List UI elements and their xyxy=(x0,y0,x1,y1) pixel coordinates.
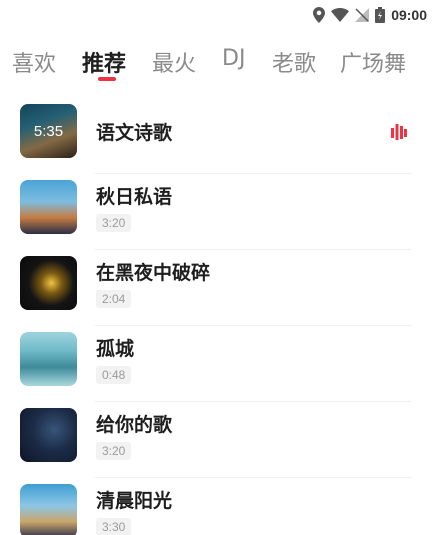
tab-hottest[interactable]: 最火 xyxy=(152,46,196,78)
battery-icon xyxy=(375,7,386,23)
song-title: 语文诗歌 xyxy=(96,122,173,144)
duration-badge: 3:20 xyxy=(96,442,132,460)
status-bar: 09:00 xyxy=(0,0,433,30)
song-item[interactable]: 给你的歌 3:20 xyxy=(0,402,433,478)
tab-dj[interactable]: DJ xyxy=(222,46,245,71)
active-tab-indicator xyxy=(98,77,116,81)
tab-oldies[interactable]: 老歌 xyxy=(272,46,316,78)
song-item[interactable]: 清晨阳光 3:30 xyxy=(0,478,433,535)
song-title: 秋日私语 xyxy=(96,186,173,208)
wifi-icon xyxy=(331,8,350,22)
cover-duration-overlay: 5:35 xyxy=(20,104,77,158)
song-item[interactable]: 在黑夜中破碎 2:04 xyxy=(0,250,433,326)
song-item[interactable]: 秋日私语 3:20 xyxy=(0,174,433,250)
equalizer-icon[interactable] xyxy=(391,123,407,145)
song-cover xyxy=(20,408,77,462)
song-title: 给你的歌 xyxy=(96,414,173,436)
duration-badge: 3:30 xyxy=(96,518,132,535)
song-title: 孤城 xyxy=(96,338,135,360)
song-title: 在黑夜中破碎 xyxy=(96,262,211,284)
song-cover xyxy=(20,332,77,386)
song-cover xyxy=(20,484,77,535)
duration-badge: 0:48 xyxy=(96,366,132,384)
song-cover xyxy=(20,256,77,310)
tab-like[interactable]: 喜欢 xyxy=(12,46,56,78)
duration-badge: 3:20 xyxy=(96,214,132,232)
song-cover: 5:35 xyxy=(20,104,77,158)
song-cover xyxy=(20,180,77,234)
song-title: 清晨阳光 xyxy=(96,490,173,512)
status-icons: 09:00 xyxy=(313,6,427,24)
tab-recommend[interactable]: 推荐 xyxy=(82,46,126,78)
song-item[interactable]: 5:35 语文诗歌 xyxy=(0,98,433,174)
song-item[interactable]: 孤城 0:48 xyxy=(0,326,433,402)
tab-square-dance[interactable]: 广场舞 xyxy=(340,46,406,78)
category-tabs: 喜欢 推荐 最火 DJ 老歌 广场舞 xyxy=(0,40,433,86)
status-time: 09:00 xyxy=(391,7,427,23)
location-icon xyxy=(313,7,326,23)
duration-badge: 2:04 xyxy=(96,290,132,308)
no-signal-icon xyxy=(355,8,370,22)
